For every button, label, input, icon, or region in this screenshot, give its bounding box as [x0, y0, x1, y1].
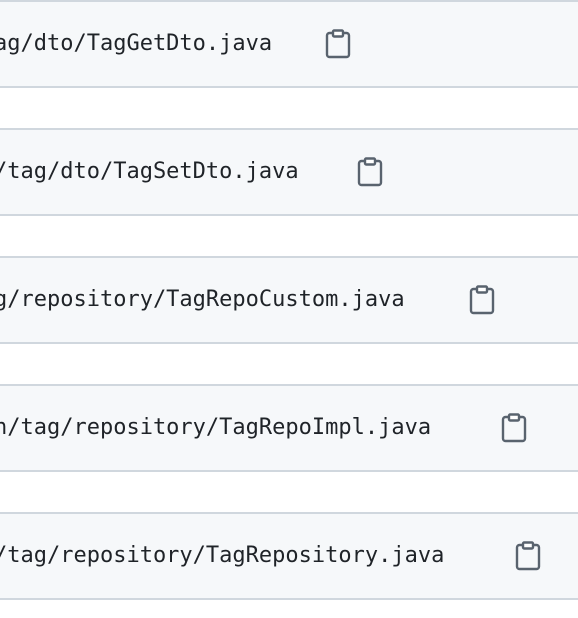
file-header: g/repository/TagRepoCustom.java: [0, 256, 578, 344]
clipboard-icon[interactable]: [469, 285, 495, 315]
clipboard-icon[interactable]: [501, 413, 527, 443]
file-path[interactable]: /tag/repository/TagRepository.java: [0, 514, 444, 598]
file-header: ag/dto/TagGetDto.java: [0, 0, 578, 88]
file-header: n/tag/repository/TagRepoImpl.java: [0, 384, 578, 472]
file-path[interactable]: /tag/dto/TagSetDto.java: [0, 130, 299, 214]
clipboard-icon[interactable]: [357, 157, 383, 187]
file-list: ag/dto/TagGetDto.java /tag/dto/TagSetDto…: [0, 0, 578, 618]
file-header: /tag/repository/TagRepository.java: [0, 512, 578, 600]
clipboard-icon[interactable]: [325, 29, 351, 59]
clipboard-icon[interactable]: [515, 541, 541, 571]
file-path[interactable]: g/repository/TagRepoCustom.java: [0, 258, 405, 342]
file-path[interactable]: n/tag/repository/TagRepoImpl.java: [0, 386, 431, 470]
file-header: /tag/dto/TagSetDto.java: [0, 128, 578, 216]
file-path[interactable]: ag/dto/TagGetDto.java: [0, 2, 272, 86]
